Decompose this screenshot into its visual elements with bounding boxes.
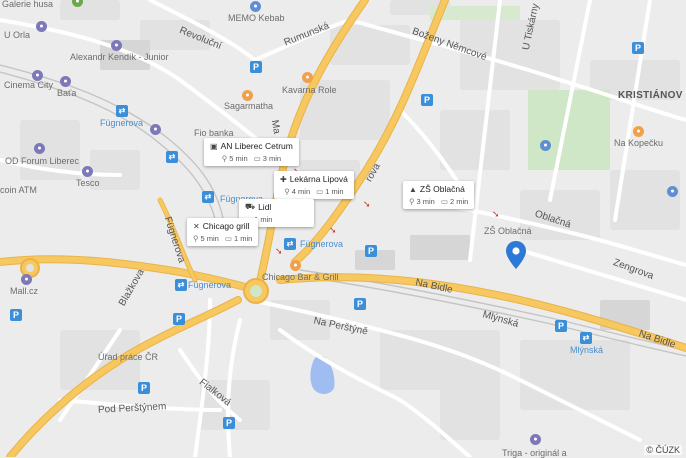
tram-stop-icon[interactable]: ⇄ — [580, 332, 592, 344]
poi-card-lekarna[interactable]: ✚ Lekárna Lipová ⚲ 4 min ▭ 1 min — [274, 171, 354, 199]
car-icon: ▭ — [316, 187, 324, 196]
parking-icon[interactable]: P — [365, 245, 377, 257]
walk-icon: ⚲ — [284, 187, 290, 196]
place-label: Fügnerova — [188, 280, 232, 290]
cafe-icon[interactable]: ● — [633, 126, 644, 137]
drive-time: 1 min — [233, 234, 253, 243]
tram-stop-icon[interactable]: ⇄ — [175, 279, 187, 291]
shop-icon[interactable]: ● — [32, 70, 43, 81]
wheelchair-icon[interactable]: ● — [540, 140, 551, 151]
place-label: Mall.cz — [10, 286, 39, 296]
walk-icon: ⚲ — [221, 154, 228, 163]
parking-icon[interactable]: P — [354, 298, 366, 310]
place-label: Mlýnská — [570, 345, 604, 355]
shop-icon[interactable]: ● — [34, 143, 45, 154]
tram-stop-icon[interactable]: ⇄ — [284, 238, 296, 250]
shopping-cart-icon: ⛟ — [245, 202, 256, 211]
car-icon: ▭ — [253, 154, 261, 163]
shop-icon[interactable]: ● — [82, 166, 93, 177]
place-label: U Orla — [4, 30, 31, 40]
shop-icon[interactable]: ● — [36, 21, 47, 32]
map[interactable]: Revoluční Rumunská Boženy Němcové U Tisk… — [0, 0, 686, 458]
drive-time: 1 min — [325, 187, 344, 196]
parking-icon[interactable]: P — [10, 309, 22, 321]
place-label: coin ATM — [0, 185, 37, 195]
poi-card-zs-oblacna[interactable]: ▲ ZŠ Oblačná ⚲ 3 min ▭ 2 min — [403, 181, 475, 209]
info-dot-icon[interactable]: ● — [667, 186, 678, 197]
walk-icon: ⚲ — [193, 234, 199, 243]
map-attribution: © ČÚZK — [644, 445, 682, 455]
place-label: OD Forum Liberec — [5, 156, 80, 166]
walk-time: 4 min — [291, 187, 311, 196]
car-icon: ▭ — [440, 197, 448, 206]
map-canvas[interactable] — [0, 0, 686, 457]
poi-card-title: Lidl — [258, 202, 272, 212]
place-label: Na Kopečku — [614, 138, 664, 148]
tram-stop-icon[interactable]: ⇄ — [116, 105, 128, 117]
parking-icon[interactable]: P — [250, 61, 262, 73]
restaurant-icon[interactable]: ● — [242, 90, 253, 101]
poi-card-title: AN Liberec Cetrum — [220, 141, 293, 151]
location-pin-icon[interactable] — [505, 240, 527, 270]
place-label: Sagarmatha — [224, 101, 274, 111]
shop-icon[interactable]: ● — [21, 274, 32, 285]
place-label: Kavarna Role — [282, 85, 337, 95]
walk-icon: ⚲ — [409, 197, 415, 206]
school-icon: ▲ — [409, 184, 417, 194]
poi-card-an-liberec[interactable]: ▣ AN Liberec Cetrum ⚲ 5 min ▭ 3 min — [204, 138, 299, 166]
card-pointer-icon: ➘ — [275, 246, 283, 256]
parking-icon[interactable]: P — [138, 382, 150, 394]
place-label: Alexandr Kendík - Junior — [70, 52, 169, 62]
restaurant-icon[interactable]: ● — [250, 1, 261, 12]
parking-icon[interactable]: P — [173, 313, 185, 325]
place-label: Fügnerova — [100, 118, 144, 128]
poi-card-title: Lekárna Lipová — [289, 174, 348, 184]
walk-time: 5 min — [229, 154, 248, 163]
place-label: MEMO Kebab — [228, 13, 285, 23]
place-label: Cinema City — [4, 80, 54, 90]
walk-time: 5 min — [200, 234, 219, 243]
card-pointer-icon: ➘ — [492, 209, 500, 219]
restaurant-icon[interactable]: ● — [290, 260, 301, 271]
tram-stop-icon[interactable]: ⇄ — [166, 151, 178, 163]
shop-icon[interactable]: ● — [60, 76, 71, 87]
car-icon: ▭ — [224, 234, 232, 243]
walk-time: 3 min — [416, 197, 435, 206]
drive-time: 2 min — [449, 197, 469, 206]
place-label: Fio banka — [194, 128, 234, 138]
poi-card-title: ZŠ Oblačná — [419, 184, 465, 194]
shop-icon[interactable]: ● — [150, 124, 161, 135]
place-label: Tesco — [76, 178, 100, 188]
tram-stop-icon[interactable]: ⇄ — [202, 191, 214, 203]
card-pointer-icon: ➘ — [329, 225, 337, 235]
poi-card-chicago[interactable]: ✕ Chicago grill ⚲ 5 min ▭ 1 min — [187, 218, 259, 246]
poi-card-title: Chicago grill — [202, 221, 250, 231]
place-label: Fügnerova — [300, 239, 344, 249]
shop-icon[interactable]: ● — [111, 40, 122, 51]
parking-icon[interactable]: P — [555, 320, 567, 332]
pharmacy-icon: ✚ — [280, 174, 287, 184]
restaurant-icon: ✕ — [193, 221, 200, 231]
shop-icon[interactable]: ● — [530, 434, 541, 445]
cafe-icon[interactable]: ● — [302, 72, 313, 83]
place-label: Galerie husa — [2, 0, 54, 9]
parking-icon[interactable]: P — [223, 417, 235, 429]
district-label: KRISTIÁNOV — [618, 90, 683, 101]
parking-icon[interactable]: P — [421, 94, 433, 106]
parking-icon[interactable]: P — [632, 42, 644, 54]
bus-icon: ▣ — [210, 141, 218, 151]
street-label: Ma — [268, 119, 283, 135]
drive-time: 3 min — [262, 154, 282, 163]
place-label: ZŠ Oblačná — [484, 226, 532, 236]
place-label: Baťa — [57, 88, 77, 98]
card-pointer-icon: ➘ — [363, 199, 371, 209]
place-label: Chicago Bar & Grill — [262, 272, 339, 282]
place-label: Úřad práce ČR — [98, 352, 159, 362]
